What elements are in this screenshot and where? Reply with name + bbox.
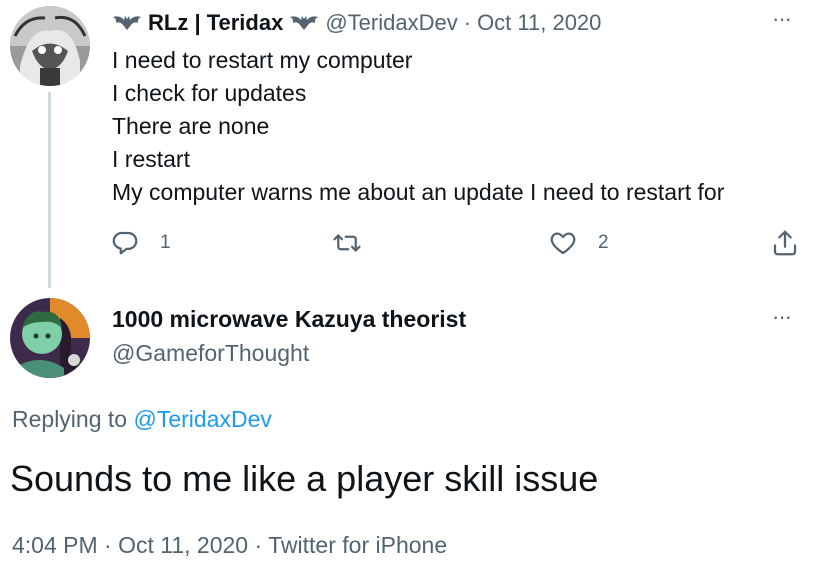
reply-count: 1 (160, 232, 171, 253)
tweet-text: I need to restart my computer I check fo… (112, 44, 724, 209)
reply-icon (110, 228, 140, 258)
heart-icon (548, 228, 578, 258)
separator-dot: · (254, 532, 263, 558)
thread-connector-line (48, 92, 51, 288)
replying-to: Replying to @TeridaxDev (12, 406, 272, 433)
tweet-time[interactable]: 4:04 PM (12, 532, 98, 558)
tweet-line: I check for updates (112, 80, 307, 106)
more-options-icon[interactable]: ··· (772, 8, 792, 30)
tweet-line: My computer warns me about an update I n… (112, 179, 725, 205)
more-options-icon[interactable]: ··· (772, 306, 792, 328)
tweet-text: Sounds to me like a player skill issue (10, 458, 599, 499)
retweet-button[interactable] (332, 228, 362, 258)
author-avatar[interactable] (10, 6, 90, 86)
reply-button[interactable]: 1 (110, 228, 171, 258)
separator-dot: · (104, 532, 112, 558)
bat-emoji-icon (112, 13, 142, 33)
retweet-icon (332, 228, 362, 258)
tweet-line: There are none (112, 113, 270, 139)
share-button[interactable] (770, 228, 800, 258)
tweet-date[interactable]: Oct 11, 2020 (477, 10, 601, 36)
tweet-line: I need to restart my computer (112, 47, 413, 73)
tweet-metadata: 4:04 PM · Oct 11, 2020 · Twitter for iPh… (12, 532, 447, 559)
share-icon (770, 228, 800, 258)
tweet-source[interactable]: Twitter for iPhone (268, 532, 447, 558)
author-name[interactable]: 1000 microwave Kazuya theorist (112, 306, 466, 333)
bat-emoji-icon (289, 13, 319, 33)
author-avatar[interactable] (10, 298, 90, 378)
tweet-date[interactable]: Oct 11, 2020 (118, 532, 248, 558)
author-handle[interactable]: @GameforThought (112, 340, 309, 367)
author-name[interactable]: RLz | Teridax (148, 10, 283, 36)
like-count: 2 (598, 232, 609, 253)
replying-to-link[interactable]: @TeridaxDev (133, 406, 271, 432)
tweet-header: RLz | Teridax @TeridaxDev · Oct 11, 2020 (112, 8, 601, 38)
like-button[interactable]: 2 (548, 228, 609, 258)
separator-dot: · (463, 10, 472, 35)
author-handle[interactable]: @TeridaxDev (325, 10, 457, 36)
replying-prefix: Replying to (12, 406, 128, 432)
tweet-line: I restart (112, 146, 190, 172)
